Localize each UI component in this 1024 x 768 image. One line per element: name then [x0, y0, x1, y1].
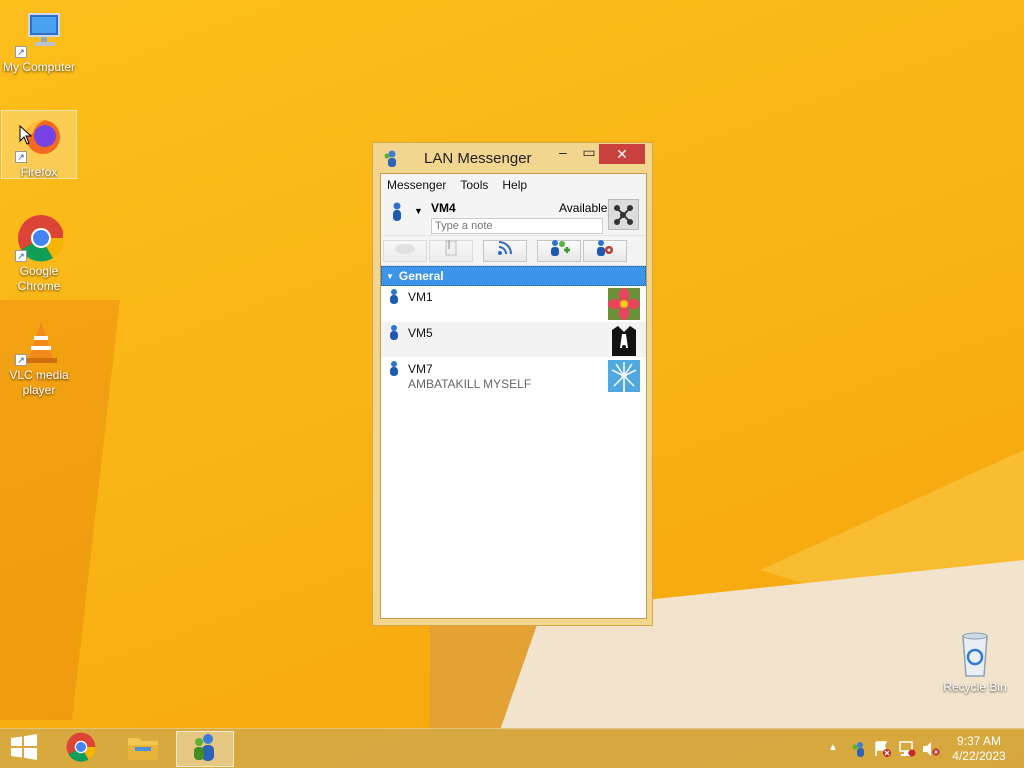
- lan-messenger-app-icon: [383, 150, 399, 173]
- contact-item[interactable]: VM7 AMBATAKILL MYSELF: [381, 358, 646, 394]
- wallpaper-shape: [430, 610, 622, 730]
- menu-tools[interactable]: Tools: [460, 178, 488, 192]
- add-contact-icon: [548, 239, 570, 262]
- action-center-icon[interactable]: [874, 741, 892, 762]
- folder-icon: [127, 733, 159, 766]
- taskbar: ▲ 9:37 AM 4/22/2023: [0, 728, 1024, 768]
- menu-bar: Messenger Tools Help: [381, 174, 646, 196]
- show-hidden-icons-icon[interactable]: ▲: [828, 742, 838, 753]
- windows-logo-icon: [11, 733, 37, 765]
- desktop-icon-vlc[interactable]: ↗ VLC media player: [1, 318, 77, 402]
- user-name: VM4: [431, 201, 456, 215]
- volume-muted-icon[interactable]: [922, 741, 940, 762]
- contact-name: VM1: [408, 290, 433, 304]
- shortcut-arrow-icon: ↗: [15, 250, 27, 262]
- note-input[interactable]: [431, 218, 603, 234]
- menu-messenger[interactable]: Messenger: [387, 178, 446, 192]
- contact-name: VM7: [408, 362, 433, 376]
- group-name: General: [398, 269, 444, 283]
- mouse-cursor-icon: [19, 124, 33, 150]
- status-dropdown-icon[interactable]: ▼: [414, 206, 423, 216]
- collapse-arrow-icon[interactable]: ▼: [386, 272, 394, 281]
- shortcut-arrow-icon: ↗: [15, 354, 27, 366]
- taskbar-lan-messenger[interactable]: [176, 731, 234, 767]
- chrome-icon: ↗: [15, 214, 65, 262]
- shortcut-arrow-icon: ↗: [15, 46, 27, 58]
- contact-avatar-windmill: [608, 360, 640, 392]
- window-client-area: Messenger Tools Help ▼ VM4 Available Typ…: [380, 173, 647, 619]
- user-avatar[interactable]: [608, 199, 639, 230]
- desktop-icon-my-computer[interactable]: ↗ My Computer: [1, 10, 77, 76]
- preferences-button[interactable]: [583, 239, 627, 262]
- desktop-icon-google-chrome[interactable]: ↗ Google Chrome: [1, 214, 77, 298]
- desktop-icon-firefox[interactable]: ↗ Firefox: [1, 110, 77, 179]
- add-contact-button[interactable]: [537, 239, 581, 262]
- clock-time: 9:37 AM: [956, 734, 1002, 748]
- start-button[interactable]: [0, 731, 48, 767]
- contact-note: AMBATAKILL MYSELF: [408, 377, 532, 391]
- close-button[interactable]: ✕: [599, 144, 645, 164]
- taskbar-chrome[interactable]: [52, 731, 110, 767]
- toolbar: [381, 236, 646, 266]
- desktop-icon-recycle-bin[interactable]: Recycle Bin: [937, 630, 1013, 698]
- window-title: LAN Messenger: [424, 150, 532, 167]
- lan-messenger-app-icon: [190, 732, 220, 767]
- contact-name: VM5: [408, 326, 433, 340]
- desktop-icon-label: VLC media player: [9, 368, 69, 397]
- status-available-icon[interactable]: [391, 202, 403, 227]
- minimize-button[interactable]: ‒: [549, 144, 577, 164]
- status-available-icon: [389, 325, 399, 346]
- desktop-icon-label: Recycle Bin: [943, 680, 1007, 694]
- title-bar[interactable]: LAN Messenger ‒ ▭ ✕: [373, 143, 652, 173]
- chat-icon: [394, 242, 416, 260]
- wallpaper-shape: [760, 450, 1024, 650]
- shortcut-arrow-icon: ↗: [15, 151, 27, 163]
- chat-button[interactable]: [383, 239, 427, 262]
- menu-help[interactable]: Help: [502, 178, 527, 192]
- status-available-icon: [389, 289, 399, 310]
- contact-item[interactable]: VM1: [381, 286, 646, 322]
- settings-icon: [595, 239, 615, 262]
- desktop-icon-label: Firefox: [20, 165, 58, 179]
- broadcast-icon: [497, 240, 513, 261]
- chrome-icon: [66, 732, 96, 767]
- clock-date: 4/22/2023: [952, 749, 1006, 763]
- user-status[interactable]: Available: [559, 201, 607, 215]
- desktop-icon-label: My Computer: [2, 60, 76, 74]
- contact-group-header[interactable]: ▼ General: [381, 266, 646, 286]
- taskbar-file-explorer[interactable]: [114, 731, 172, 767]
- computer-icon: ↗: [15, 10, 63, 58]
- status-available-icon: [389, 361, 399, 382]
- desktop-icon-label: Google Chrome: [17, 264, 61, 293]
- contact-avatar-dog: [608, 324, 640, 356]
- network-icon[interactable]: [898, 741, 916, 762]
- lan-messenger-window[interactable]: LAN Messenger ‒ ▭ ✕ Messenger Tools Help…: [372, 142, 653, 626]
- contact-item[interactable]: VM5: [381, 322, 646, 358]
- broadcast-button[interactable]: [483, 239, 527, 262]
- contact-avatar-flower: [608, 288, 640, 320]
- recycle-bin-icon: [951, 630, 999, 678]
- lan-messenger-tray-icon[interactable]: [850, 741, 866, 762]
- attach-file-icon: [444, 239, 458, 262]
- user-status-panel: ▼ VM4 Available: [381, 196, 646, 236]
- vlc-icon: ↗: [15, 318, 63, 366]
- send-file-button[interactable]: [429, 239, 473, 262]
- taskbar-clock[interactable]: 9:37 AM 4/22/2023: [944, 734, 1014, 764]
